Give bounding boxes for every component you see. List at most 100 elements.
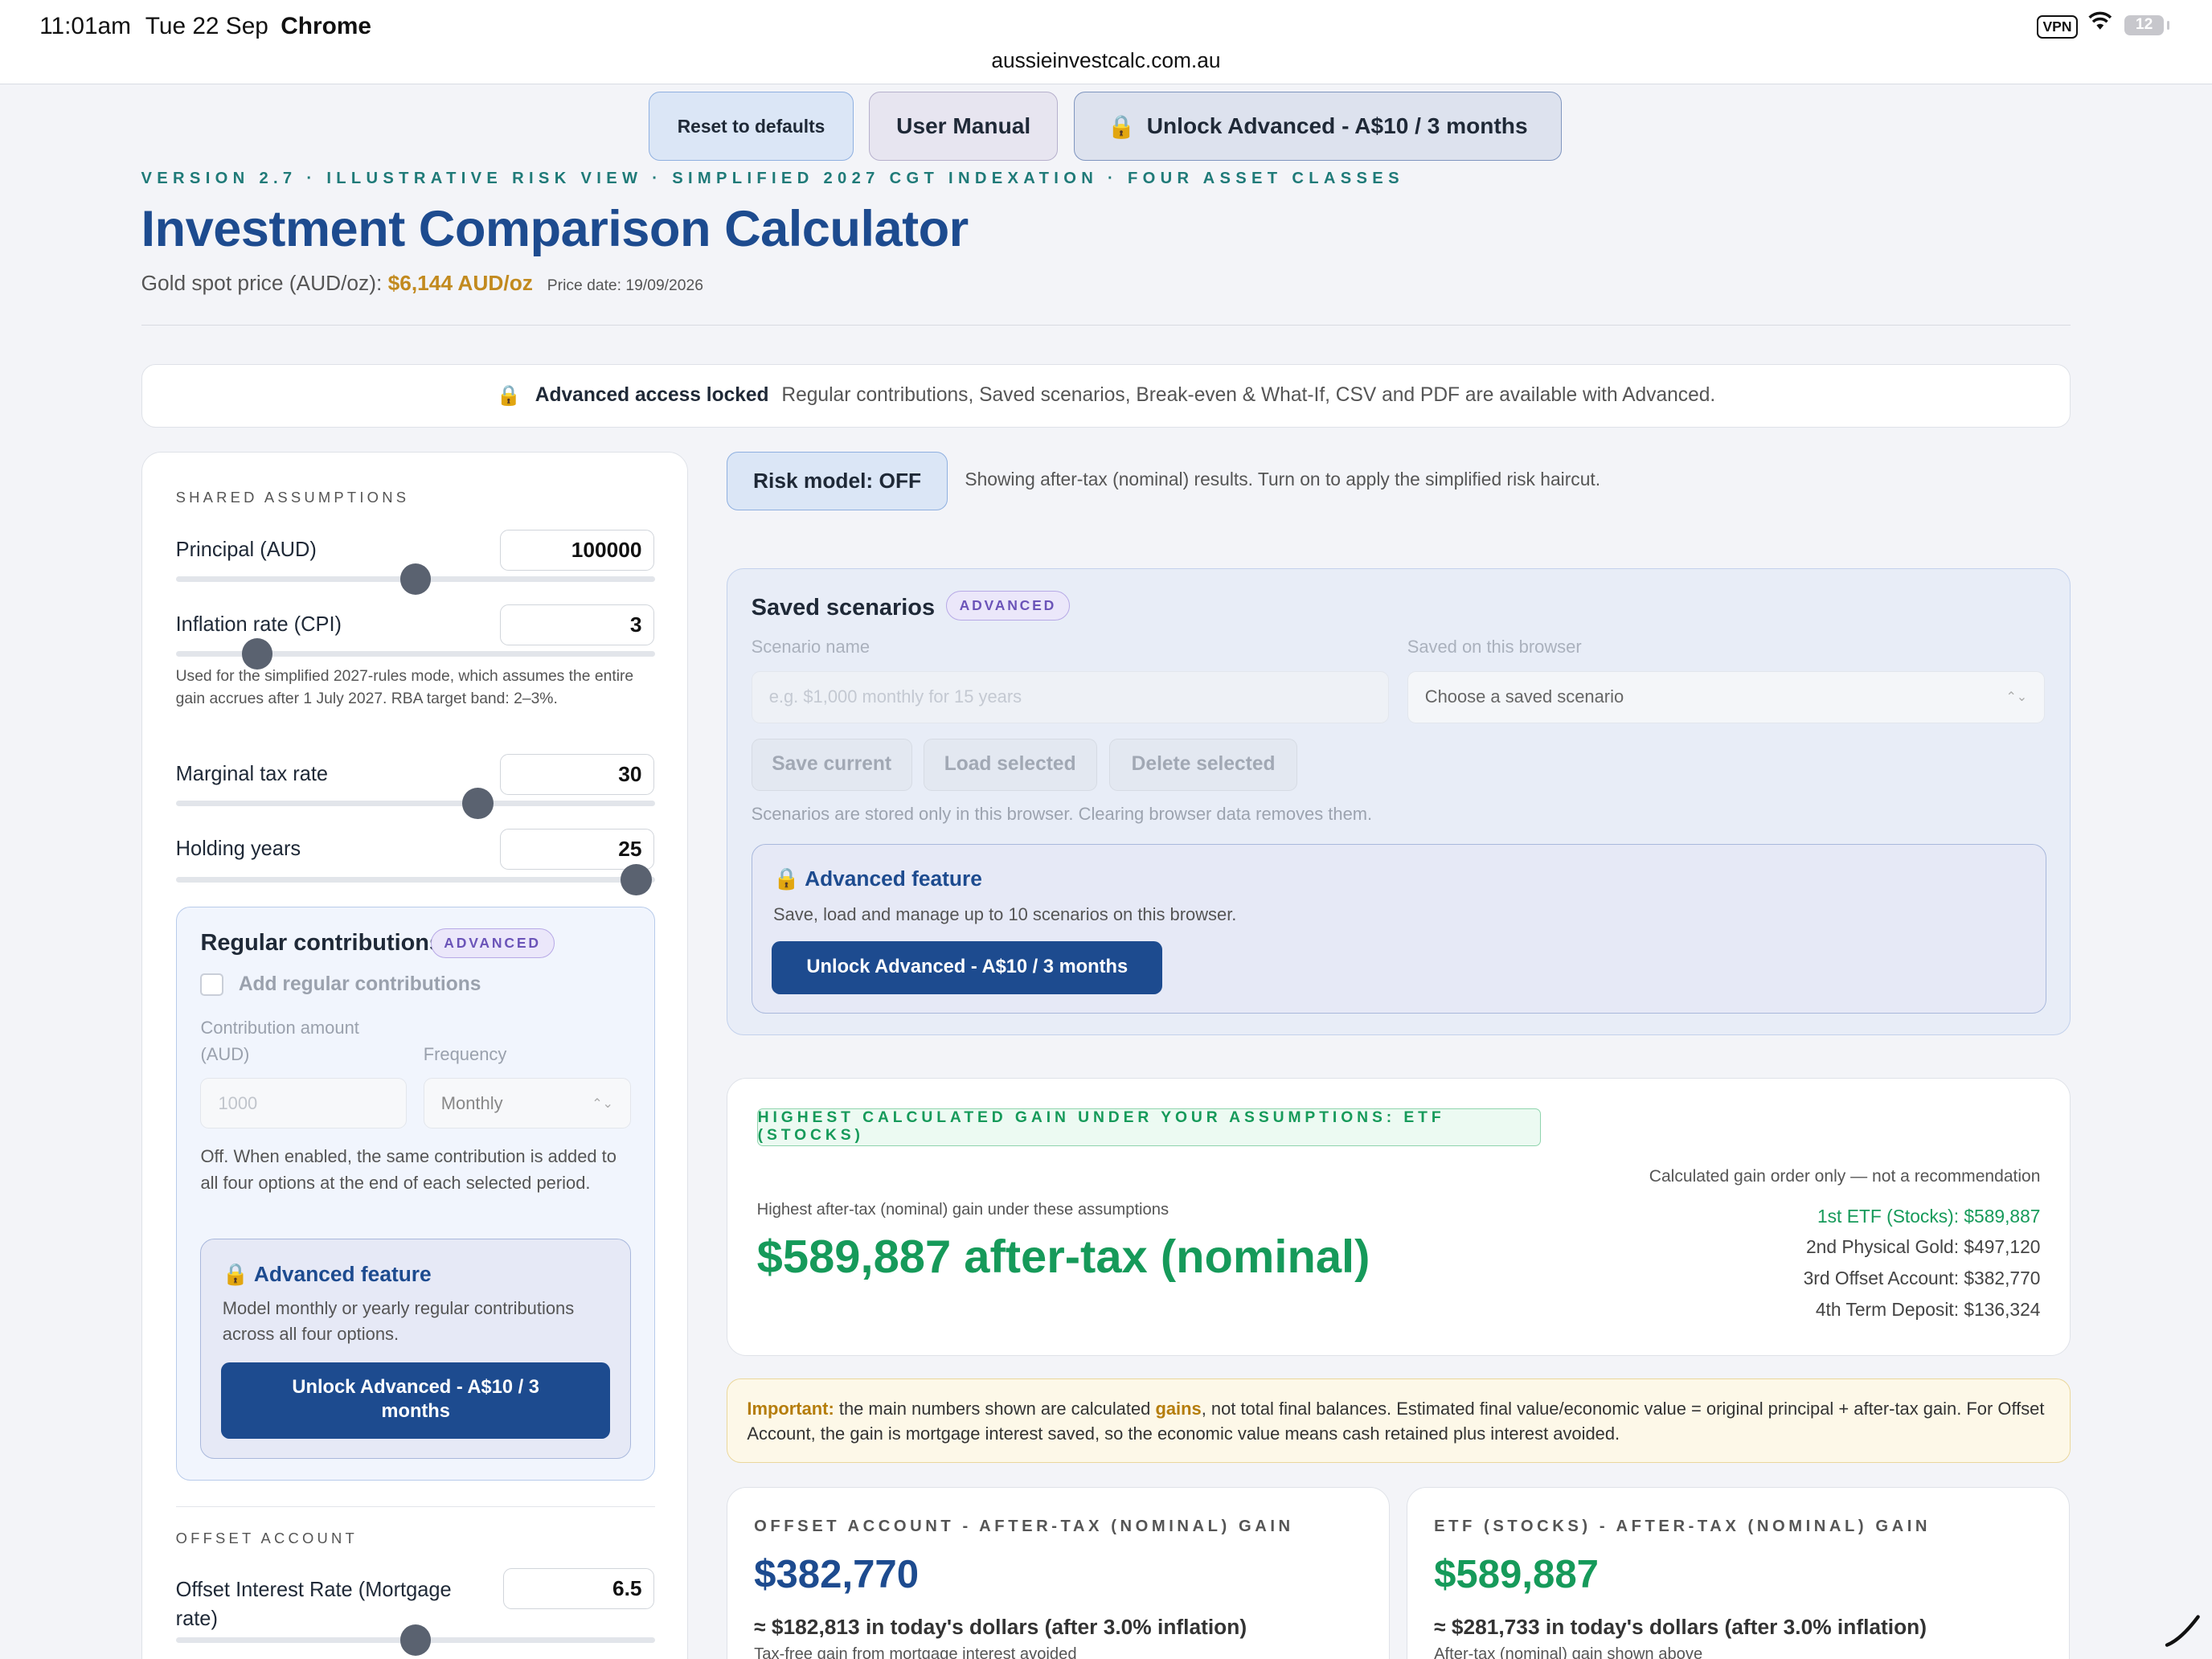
offset-account-label: OFFSET ACCOUNT bbox=[175, 1530, 358, 1547]
advanced-feature-title-text: Advanced feature bbox=[253, 1262, 432, 1287]
offset-rate-slider[interactable] bbox=[175, 1624, 656, 1656]
reset-defaults-button[interactable]: Reset to defaults bbox=[649, 92, 854, 162]
browser-status-bar: 11:01am Tue 22 Sep Chrome aussieinvestca… bbox=[0, 0, 2212, 85]
principal-input[interactable] bbox=[500, 530, 654, 571]
principal-slider[interactable] bbox=[175, 563, 656, 595]
offset-rate-label-line1: Offset Interest Rate (Mortgage bbox=[175, 1578, 452, 1601]
contributions-unlock-label-line1: Unlock Advanced - A$10 / 3 bbox=[292, 1377, 539, 1399]
important-notice: Important: the main numbers shown are ca… bbox=[726, 1378, 2071, 1463]
tax-rate-slider-thumb[interactable] bbox=[462, 788, 494, 819]
contribution-amount-label-line2: (AUD) bbox=[200, 1044, 250, 1065]
saved-scenario-select[interactable]: Choose a saved scenario ⌃⌄ bbox=[1407, 670, 2045, 723]
etf-result-card: ETF (STOCKS) - AFTER-TAX (NOMINAL) GAIN … bbox=[1406, 1486, 2070, 1659]
offset-card-note: Tax-free gain from mortgage interest avo… bbox=[754, 1645, 1077, 1659]
status-app-name: Chrome bbox=[281, 12, 371, 39]
status-date: Tue 22 Sep bbox=[145, 12, 268, 39]
scenario-name-input[interactable]: e.g. $1,000 monthly for 15 years bbox=[751, 670, 1389, 723]
contributions-unlock-label-line2: months bbox=[381, 1401, 450, 1423]
important-text-1: the main numbers shown are calculated bbox=[834, 1398, 1156, 1419]
vpn-icon: VPN bbox=[2037, 15, 2078, 39]
rank-4: 4th Term Deposit: $136,324 bbox=[1815, 1298, 2041, 1320]
regular-contributions-panel: Regular contributions ADVANCED Add regul… bbox=[175, 906, 656, 1481]
inflation-label: Inflation rate (CPI) bbox=[175, 612, 342, 636]
order-note: Calculated gain order only — not a recom… bbox=[1649, 1167, 2041, 1186]
etf-card-value: $589,887 bbox=[1434, 1553, 1599, 1597]
scenarios-unlock-button[interactable]: Unlock Advanced - A$10 / 3 months bbox=[772, 940, 1163, 995]
user-manual-button[interactable]: User Manual bbox=[869, 92, 1059, 162]
frequency-value: Monthly bbox=[440, 1092, 503, 1113]
winner-badge: HIGHEST CALCULATED GAIN UNDER YOUR ASSUM… bbox=[756, 1108, 1542, 1147]
frequency-label: Frequency bbox=[423, 1044, 507, 1065]
risk-model-note: Showing after-tax (nominal) results. Tur… bbox=[965, 468, 1601, 490]
save-current-button[interactable]: Save current bbox=[751, 738, 912, 791]
holding-years-input[interactable] bbox=[500, 829, 654, 870]
offset-rate-slider-thumb[interactable] bbox=[399, 1624, 432, 1656]
advanced-feature-title: 🔒 Advanced feature bbox=[223, 1262, 432, 1287]
gold-price-line: Gold spot price (AUD/oz): $6,144 AUD/oz … bbox=[141, 271, 703, 296]
risk-model-toggle[interactable]: Risk model: OFF bbox=[726, 451, 948, 511]
lock-icon: 🔒 bbox=[772, 866, 800, 891]
advanced-feature-desc: Save, load and manage up to 10 scenarios… bbox=[772, 903, 1237, 924]
rank-3: 3rd Offset Account: $382,770 bbox=[1803, 1267, 2041, 1288]
delete-selected-button[interactable]: Delete selected bbox=[1109, 738, 1297, 791]
saved-scenarios-note: Scenarios are stored only in this browse… bbox=[751, 803, 1373, 824]
offset-card-title: OFFSET ACCOUNT - AFTER-TAX (NOMINAL) GAI… bbox=[754, 1517, 1294, 1535]
important-label: Important: bbox=[747, 1398, 834, 1419]
frequency-select[interactable]: Monthly ⌃⌄ bbox=[423, 1078, 631, 1129]
tax-rate-label: Marginal tax rate bbox=[175, 762, 329, 785]
wifi-icon bbox=[2087, 11, 2113, 37]
contributions-description: Off. When enabled, the same contribution… bbox=[200, 1145, 616, 1194]
status-time: 11:01am bbox=[39, 12, 131, 39]
scenarios-advanced-box: 🔒 Advanced feature Save, load and manage… bbox=[751, 844, 2046, 1014]
scenario-name-label: Scenario name bbox=[751, 637, 870, 657]
assumptions-panel: SHARED ASSUMPTIONS Principal (AUD) Infla… bbox=[141, 451, 689, 1659]
tax-rate-slider[interactable] bbox=[175, 788, 656, 819]
result-summary-card: HIGHEST CALCULATED GAIN UNDER YOUR ASSUM… bbox=[726, 1077, 2071, 1356]
add-contributions-checkbox[interactable] bbox=[200, 973, 223, 997]
rank-2: 2nd Physical Gold: $497,120 bbox=[1805, 1236, 2041, 1258]
gold-price-value: $6,144 AUD/oz bbox=[387, 270, 533, 295]
contribution-amount-label-line1: Contribution amount bbox=[200, 1018, 359, 1038]
apple-pencil-icon bbox=[2161, 1608, 2204, 1651]
advanced-feature-desc: Model monthly or yearly regular contribu… bbox=[222, 1298, 575, 1344]
offset-card-today-dollars: ≈ $182,813 in today's dollars (after 3.0… bbox=[754, 1614, 1247, 1639]
tax-rate-input[interactable] bbox=[500, 754, 654, 796]
add-contributions-row[interactable]: Add regular contributions bbox=[200, 973, 481, 997]
advanced-feature-title: 🔒 Advanced feature bbox=[773, 866, 982, 891]
add-contributions-label: Add regular contributions bbox=[238, 973, 481, 996]
principal-slider-thumb[interactable] bbox=[399, 563, 432, 595]
contribution-amount-label: Contribution amount (AUD) bbox=[200, 1014, 358, 1068]
etf-card-today-dollars: ≈ $281,733 in today's dollars (after 3.0… bbox=[1434, 1614, 1927, 1639]
select-chevron-icon: ⌃⌄ bbox=[2005, 690, 2027, 705]
holding-years-slider-thumb[interactable] bbox=[621, 864, 652, 895]
rank-1: 1st ETF (Stocks): $589,887 bbox=[1817, 1205, 2041, 1227]
unlock-advanced-label: Unlock Advanced - A$10 / 3 months bbox=[1146, 113, 1528, 139]
advanced-locked-title: Advanced access locked bbox=[535, 384, 769, 407]
inflation-input[interactable] bbox=[500, 604, 654, 646]
contribution-amount-input[interactable]: 1000 bbox=[200, 1078, 407, 1129]
price-date: Price date: 19/09/2026 bbox=[547, 276, 703, 294]
version-kicker: VERSION 2.7 · ILLUSTRATIVE RISK VIEW · S… bbox=[141, 169, 1404, 187]
lock-icon: 🔒 bbox=[496, 385, 522, 408]
battery-icon: 12 bbox=[2124, 15, 2170, 35]
advanced-feature-title-text: Advanced feature bbox=[805, 866, 982, 891]
saved-scenarios-title: Saved scenarios bbox=[751, 594, 936, 621]
select-chevron-icon: ⌃⌄ bbox=[592, 1096, 613, 1111]
section-divider bbox=[175, 1505, 656, 1508]
offset-rate-input[interactable] bbox=[502, 1567, 654, 1609]
lock-icon: 🔒 bbox=[222, 1262, 249, 1287]
load-selected-button[interactable]: Load selected bbox=[923, 738, 1097, 791]
address-bar-url[interactable]: aussieinvestcalc.com.au bbox=[0, 48, 2212, 73]
principal-label: Principal (AUD) bbox=[175, 538, 317, 561]
offset-card-value: $382,770 bbox=[754, 1553, 920, 1597]
lock-icon: 🔒 bbox=[1107, 113, 1136, 139]
highest-gain-label: Highest after-tax (nominal) gain under t… bbox=[756, 1201, 1169, 1219]
inflation-slider[interactable] bbox=[175, 638, 656, 670]
holding-years-slider[interactable] bbox=[175, 864, 656, 895]
etf-card-title: ETF (STOCKS) - AFTER-TAX (NOMINAL) GAIN bbox=[1434, 1517, 1931, 1535]
unlock-advanced-button[interactable]: 🔒 Unlock Advanced - A$10 / 3 months bbox=[1073, 92, 1562, 162]
contributions-unlock-button[interactable]: Unlock Advanced - A$10 / 3 months bbox=[221, 1362, 611, 1439]
page-title: Investment Comparison Calculator bbox=[141, 201, 969, 258]
saved-scenarios-panel: Saved scenarios ADVANCED Scenario name S… bbox=[726, 568, 2071, 1036]
header-divider bbox=[141, 324, 2071, 326]
